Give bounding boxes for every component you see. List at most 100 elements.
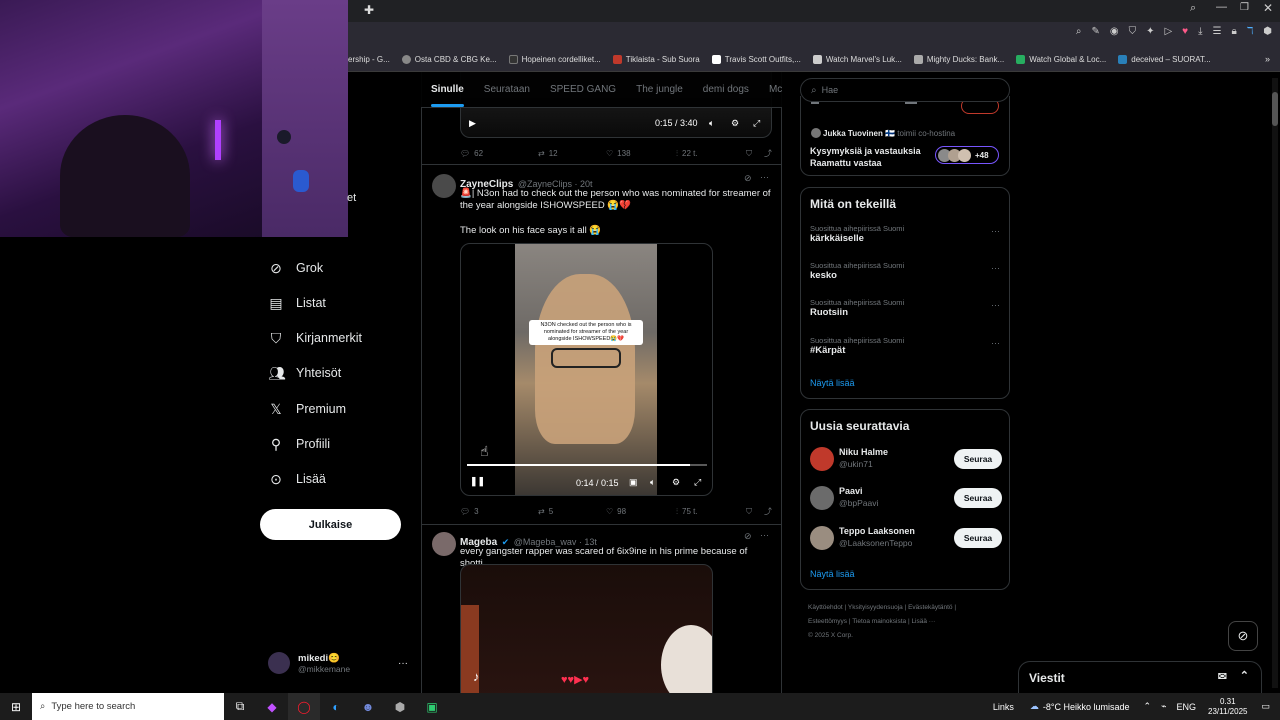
- volume-icon[interactable]: 🔈︎: [709, 118, 714, 129]
- app-icon[interactable]: ⬢: [384, 693, 416, 720]
- space-title[interactable]: Kysymyksiä ja vastauksia Raamattu vastaa: [810, 145, 928, 169]
- avatar[interactable]: [432, 532, 456, 556]
- space-listeners[interactable]: +48: [935, 146, 999, 164]
- share-button[interactable]: ⤴: [764, 148, 772, 159]
- bookmark[interactable]: Travis Scott Outfits,...: [711, 55, 801, 64]
- download-icon[interactable]: ⤓: [1198, 26, 1202, 37]
- scrollbar[interactable]: [1272, 78, 1278, 688]
- share-button[interactable]: ⤴: [764, 506, 772, 517]
- trend-item[interactable]: Suosittua aihepiirissä Suomi #Kärpät ···: [810, 336, 1000, 356]
- tab-speed-gang[interactable]: SPEED GANG: [540, 72, 626, 107]
- account-switcher[interactable]: mikedi😊 @mikkemane: [268, 652, 350, 674]
- shield-icon[interactable]: ⛉: [1129, 26, 1137, 37]
- edge-icon[interactable]: ◐: [320, 693, 352, 720]
- bookmark-button[interactable]: ⛉: [746, 506, 764, 517]
- avatar[interactable]: [432, 174, 456, 198]
- repost-button[interactable]: ⇄ 5: [538, 506, 606, 517]
- app-icon[interactable]: ◆: [256, 693, 288, 720]
- video-player[interactable]: N3ON checked out the person who is nomin…: [460, 243, 713, 496]
- heart-icon[interactable]: ♥: [1182, 26, 1188, 37]
- show-more-link[interactable]: Näytä lisää: [810, 569, 855, 579]
- app-icon[interactable]: ▣: [416, 693, 448, 720]
- video-progress[interactable]: [467, 464, 707, 466]
- chevron-right-icon[interactable]: »: [1265, 54, 1270, 64]
- bookmark[interactable]: Watch Global & Loc...: [1016, 55, 1106, 64]
- menu-icon[interactable]: ☰: [1213, 26, 1222, 37]
- network-icon[interactable]: ⌁: [1161, 701, 1166, 712]
- new-tab-icon[interactable]: ✚: [364, 3, 374, 17]
- fullscreen-icon[interactable]: ⤢: [694, 477, 701, 488]
- footer-line[interactable]: Esteettömyys | Tietoa mainoksista | Lisä…: [808, 615, 1008, 629]
- tab-the-jungle[interactable]: The jungle: [626, 72, 693, 107]
- nav-item-communities[interactable]: 👥︎ Yhteisöt: [268, 363, 341, 383]
- taskbar-search-input[interactable]: ⌕ Type here to search: [32, 693, 224, 720]
- more-icon[interactable]: ···: [991, 263, 1000, 273]
- task-view-icon[interactable]: ⧉: [224, 693, 256, 720]
- trend-item[interactable]: Suosittua aihepiirissä Suomi kärkkäisell…: [810, 224, 1000, 244]
- lock-icon[interactable]: 🔒︎: [1231, 26, 1236, 37]
- notifications-icon[interactable]: ▭: [1261, 701, 1270, 712]
- tab-following[interactable]: Seurataan: [474, 72, 540, 107]
- nav-item-bookmarks[interactable]: ⛉ Kirjanmerkit: [268, 328, 362, 348]
- post-button[interactable]: Julkaise: [260, 509, 401, 540]
- views-button[interactable]: ⫶ 22 t.: [676, 148, 746, 159]
- video-player[interactable]: ♪ ♥♥▶♥: [460, 564, 713, 693]
- footer-line[interactable]: Käyttöehdot | Yksityisyydensuoja | Eväst…: [808, 601, 1008, 615]
- chevron-up-icon[interactable]: ⌃: [1144, 701, 1152, 712]
- pause-icon[interactable]: ❚❚: [470, 476, 485, 487]
- like-button[interactable]: ♡ 98: [606, 506, 676, 517]
- search-page-icon[interactable]: ⌕: [1076, 26, 1082, 37]
- captions-icon[interactable]: ▣: [629, 477, 638, 488]
- search-icon[interactable]: ⌕: [1190, 2, 1196, 15]
- follow-suggestion[interactable]: Teppo Laaksonen @LaaksonenTeppo Seuraa: [810, 526, 1002, 552]
- more-icon[interactable]: ···: [760, 172, 769, 182]
- weather-text[interactable]: -8°C Heikko lumisade: [1043, 702, 1130, 712]
- language-indicator[interactable]: ENG: [1177, 702, 1197, 712]
- views-button[interactable]: ⫶ 75 t.: [676, 506, 746, 517]
- fullscreen-icon[interactable]: ⤢: [753, 118, 760, 129]
- camera-icon[interactable]: ◉: [1110, 26, 1119, 37]
- translate-icon[interactable]: ℸ: [1247, 26, 1253, 37]
- edit-icon[interactable]: ✎: [1091, 26, 1099, 37]
- bookmark[interactable]: Osta CBD & CBG Ke...: [401, 55, 497, 64]
- bookmark[interactable]: Hopeinen cordelliket...: [508, 55, 601, 64]
- scrollbar-thumb[interactable]: [1272, 92, 1278, 126]
- new-message-icon[interactable]: ✉: [1218, 670, 1227, 683]
- grok-button[interactable]: ⊘: [1228, 621, 1258, 651]
- follow-suggestion[interactable]: Niku Halme @ukin71 Seuraa: [810, 447, 1002, 473]
- bookmark[interactable]: deceived – SUORAT...: [1118, 55, 1211, 64]
- bookmark[interactable]: Tiklaista - Sub Suora: [612, 55, 700, 64]
- minimize-icon[interactable]: —: [1216, 1, 1227, 13]
- discord-icon[interactable]: ☻: [352, 693, 384, 720]
- extension-icon[interactable]: ✦: [1146, 26, 1154, 37]
- grok-icon[interactable]: ⊘: [744, 173, 752, 184]
- follow-button[interactable]: Seuraa: [954, 528, 1002, 548]
- follow-button[interactable]: Seuraa: [954, 449, 1002, 469]
- follow-suggestion[interactable]: Paavi @bpPaavi Seuraa: [810, 486, 1002, 512]
- show-more-link[interactable]: Näytä lisää: [810, 378, 855, 388]
- repost-button[interactable]: ⇄ 12: [538, 148, 606, 159]
- grok-icon[interactable]: ⊘: [744, 531, 752, 542]
- account-more-icon[interactable]: ···: [398, 658, 408, 669]
- opera-icon[interactable]: ◯: [288, 693, 320, 720]
- like-button[interactable]: ♡ 138: [606, 148, 676, 159]
- nav-item-more[interactable]: ⊙ Lisää: [268, 469, 326, 489]
- more-icon[interactable]: ···: [991, 338, 1000, 348]
- search-input[interactable]: ⌕ Hae: [800, 78, 1010, 102]
- gear-icon[interactable]: ⚙: [672, 477, 680, 488]
- nav-item-premium[interactable]: 𝕏 Premium: [268, 399, 346, 419]
- nav-item-profile[interactable]: ⚲ Profiili: [268, 434, 330, 454]
- gear-icon[interactable]: ⚙: [731, 118, 739, 129]
- play-icon[interactable]: ▶: [469, 118, 476, 129]
- bookmark[interactable]: ership - G...: [348, 55, 390, 64]
- reply-button[interactable]: 💬︎ 3: [460, 506, 538, 517]
- tab-demi-dogs[interactable]: demi dogs: [693, 72, 759, 107]
- nav-item-grok[interactable]: ⊘ Grok: [268, 258, 323, 278]
- windows-start-icon[interactable]: ⊞: [0, 693, 32, 720]
- more-icon[interactable]: ···: [760, 530, 769, 540]
- restore-icon[interactable]: ❐: [1240, 2, 1249, 13]
- reply-button[interactable]: 💬︎ 62: [460, 148, 538, 159]
- more-icon[interactable]: ···: [991, 226, 1000, 236]
- messages-drawer[interactable]: Viestit ✉ ⌃: [1018, 661, 1262, 693]
- volume-icon[interactable]: 🔈︎: [650, 477, 655, 488]
